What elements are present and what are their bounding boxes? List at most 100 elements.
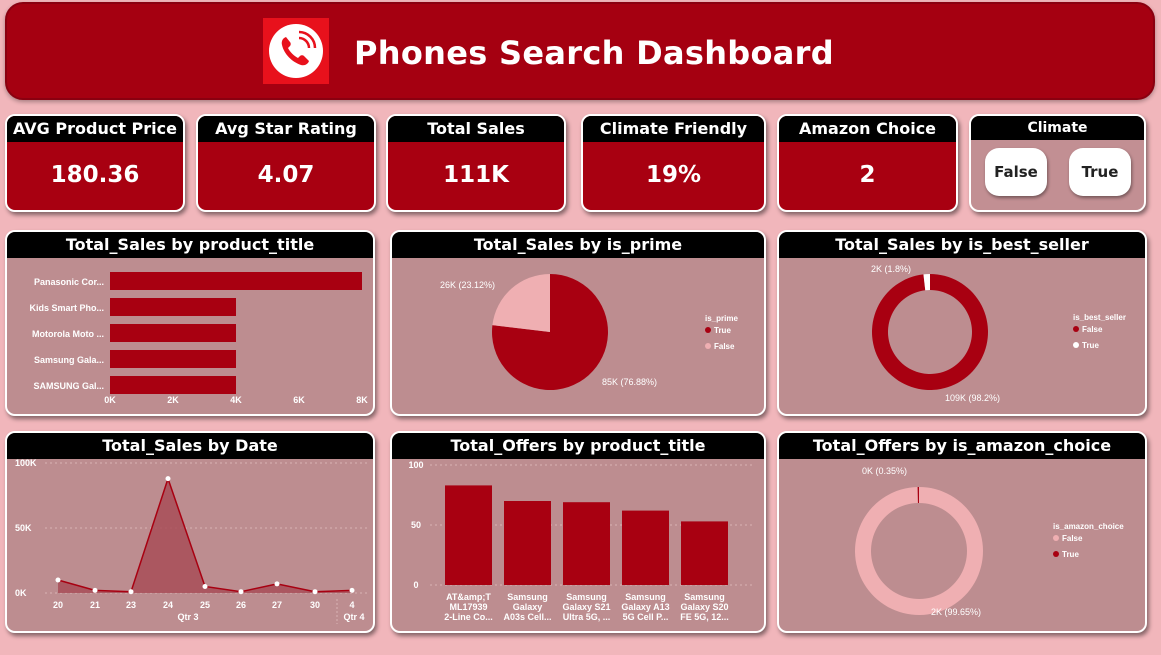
category-label-line: Galaxy S20 <box>680 602 728 612</box>
kpi-value: 180.36 <box>50 162 140 188</box>
category-label: Motorola Moto ... <box>32 329 104 339</box>
tick-label: 24 <box>163 600 173 610</box>
data-label: 2K (99.65%) <box>931 607 981 617</box>
category-label: Samsung Gala... <box>34 355 104 365</box>
data-point <box>55 577 61 583</box>
category-label: Samsung Galaxy A03s Cell... <box>503 592 551 622</box>
category-label: Samsung Galaxy S20 FE 5G, 12... <box>680 592 729 622</box>
tick-label: 27 <box>272 600 282 610</box>
category-label: AT&amp;T ML17939 2-Line Co... <box>444 592 493 622</box>
bar <box>110 376 236 394</box>
legend-marker <box>1053 551 1059 557</box>
tick-label: 0K <box>104 395 116 405</box>
kpi-card-climate-friendly: Climate Friendly 19% <box>581 114 766 212</box>
bar <box>110 272 362 290</box>
legend-marker <box>705 327 711 333</box>
category-label: Samsung Galaxy A13 5G Cell P... <box>621 592 669 622</box>
tick-label: 50 <box>411 520 421 530</box>
kpi-card-amazon-choice: Amazon Choice 2 <box>777 114 958 212</box>
slicer-option-true[interactable]: True <box>1069 148 1131 196</box>
kpi-value: 111K <box>443 162 509 188</box>
data-label: 109K (98.2%) <box>945 393 1000 403</box>
category-label-line: Samsung <box>507 592 548 602</box>
chart-sales-by-prime: Total_Sales by is_prime 85K (76.88%) 26K … <box>390 230 766 416</box>
kpi-card-star-rating: Avg Star Rating 4.07 <box>196 114 376 212</box>
tick-label: 26 <box>236 600 246 610</box>
tick-label: 30 <box>310 600 320 610</box>
chart-title: Total_Offers by product_title <box>392 433 764 459</box>
chart-offers-by-amazon-choice-svg: 2K (99.65%) 0K (0.35%) is_amazon_choice Fal… <box>855 466 1124 617</box>
chart-sales-by-product: Total_Sales by product_title Panasonic C… <box>5 230 375 416</box>
legend-marker <box>1073 342 1079 348</box>
legend-label: True <box>1082 341 1099 350</box>
data-label: 85K (76.88%) <box>602 377 657 387</box>
chart-title: Total_Sales by product_title <box>7 232 373 258</box>
data-point <box>202 584 208 589</box>
chart-offers-by-amazon-choice: Total_Offers by is_amazon_choice 2K (99.… <box>777 431 1147 633</box>
group-label: Qtr 3 <box>177 612 198 622</box>
legend-title: is_amazon_choice <box>1053 522 1124 531</box>
category-label: Kids Smart Pho... <box>29 303 104 313</box>
kpi-card-total-sales: Total Sales 111K <box>386 114 566 212</box>
tick-label: 20 <box>53 600 63 610</box>
slicer-option-false[interactable]: False <box>985 148 1047 196</box>
chart-sales-by-product-svg: Panasonic Cor... Kids Smart Pho... Motorol… <box>29 272 368 405</box>
category-label-line: Galaxy A13 <box>621 602 669 612</box>
category-label-line: Samsung <box>566 592 607 602</box>
bar <box>681 521 728 585</box>
tick-label: 100K <box>15 459 37 468</box>
kpi-value: 2 <box>859 162 876 188</box>
climate-slicer: Climate False True <box>969 114 1146 212</box>
group-label: Qtr 4 <box>343 612 364 622</box>
data-point <box>165 476 171 482</box>
chart-sales-by-prime-svg: 85K (76.88%) 26K (23.12%) is_prime True Fals… <box>440 274 738 390</box>
category-label-line: Galaxy <box>513 602 543 612</box>
chart-sales-by-best-seller-svg: 109K (98.2%) 2K (1.8%) is_best_seller False… <box>871 264 1126 403</box>
bar <box>110 324 236 342</box>
data-point <box>349 587 355 593</box>
tick-label: 8K <box>356 395 368 405</box>
category-label-line: Samsung <box>684 592 725 602</box>
chart-sales-by-best-seller: Total_Sales by is_best_seller 109K (98.2… <box>777 230 1147 416</box>
kpi-label: AVG Product Price <box>7 116 183 142</box>
legend-title: is_best_seller <box>1073 313 1126 322</box>
category-label-line: A03s Cell... <box>503 612 551 622</box>
tick-label: 50K <box>15 523 32 533</box>
chart-title: Total_Offers by is_amazon_choice <box>779 433 1145 459</box>
category-label-line: Galaxy S21 <box>562 602 610 612</box>
chart-offers-by-product-svg: 0 50 100 AT&amp;T ML17939 2-Line Co... Samsung… <box>408 460 752 622</box>
legend-label: False <box>1082 325 1103 334</box>
bar <box>563 502 610 585</box>
tick-label: 21 <box>90 600 100 610</box>
category-label-line: Samsung <box>625 592 666 602</box>
data-label: 2K (1.8%) <box>871 264 911 274</box>
tick-label: 2K <box>167 395 179 405</box>
bar <box>110 350 236 368</box>
chart-sales-by-date: Total_Sales by Date 0K 50K 100K 20 21 23 24 25 2… <box>5 431 375 633</box>
kpi-label: Avg Star Rating <box>198 116 374 142</box>
kpi-label: Total Sales <box>388 116 564 142</box>
legend-label: True <box>714 326 731 335</box>
data-label: 0K (0.35%) <box>862 466 907 476</box>
chart-sales-by-date-svg: 0K 50K 100K 20 21 23 24 25 26 27 30 4 Qtr 3 Qtr 4 <box>15 459 367 624</box>
bar <box>504 501 551 585</box>
data-point <box>92 587 98 593</box>
data-label: 26K (23.12%) <box>440 280 495 290</box>
page-title: Phones Search Dashboard <box>354 34 834 72</box>
legend-label: True <box>1062 550 1079 559</box>
tick-label: 0K <box>15 588 27 598</box>
category-label-line: FE 5G, 12... <box>680 612 729 622</box>
kpi-value: 19% <box>645 162 702 188</box>
category-label-line: 2-Line Co... <box>444 612 493 622</box>
slicer-title: Climate <box>971 116 1144 140</box>
legend-title: is_prime <box>705 314 738 323</box>
legend-marker <box>705 343 711 349</box>
tick-label: 4K <box>230 395 242 405</box>
category-label-line: AT&amp;T <box>446 592 491 602</box>
category-label-line: Ultra 5G, ... <box>563 612 611 622</box>
tick-label: 100 <box>408 460 423 470</box>
chart-title: Total_Sales by Date <box>7 433 373 459</box>
category-label: SAMSUNG Gal... <box>33 381 104 391</box>
data-point <box>274 581 280 587</box>
pie-slice <box>855 487 983 615</box>
